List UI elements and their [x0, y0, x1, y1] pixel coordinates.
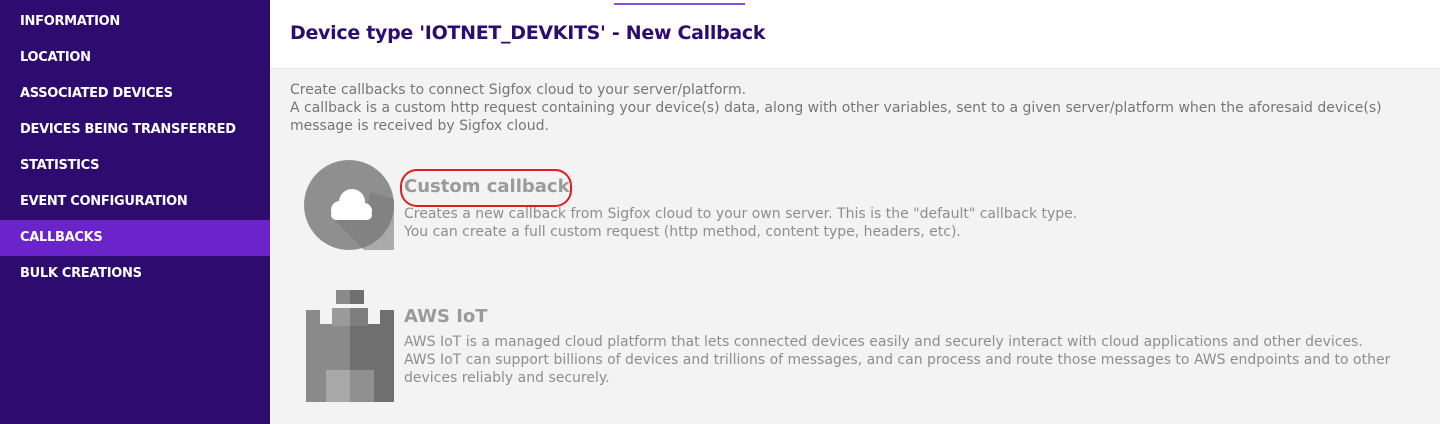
sidebar-item-location[interactable]: LOCATION [0, 40, 270, 76]
sidebar-item-associated-devices[interactable]: ASSOCIATED DEVICES [0, 76, 270, 112]
aws-iot-title[interactable]: AWS IoT [404, 306, 488, 327]
sidebar-nav: INFORMATION LOCATION ASSOCIATED DEVICES … [0, 0, 270, 292]
main-content: Device type 'IOTNET_DEVKITS' - New Callb… [270, 0, 1440, 424]
intro-text: Create callbacks to connect Sigfox cloud… [290, 81, 1420, 135]
custom-callback-desc-2: You can create a full custom request (ht… [404, 224, 961, 240]
sidebar-item-information[interactable]: INFORMATION [0, 4, 270, 40]
aws-iot-description: AWS IoT is a managed cloud platform that… [404, 333, 1424, 387]
cloud-icon [304, 160, 396, 254]
custom-callback-option[interactable]: Custom callback Creates a new callback f… [304, 160, 1424, 252]
page-header: Device type 'IOTNET_DEVKITS' - New Callb… [270, 5, 1440, 69]
aws-iot-desc-1: AWS IoT is a managed cloud platform that… [404, 334, 1363, 350]
intro-line-1: Create callbacks to connect Sigfox cloud… [290, 82, 747, 98]
aws-iot-desc-2: AWS IoT can support billions of devices … [404, 352, 1391, 386]
sidebar-item-callbacks[interactable]: CALLBACKS [0, 220, 270, 256]
sidebar: INFORMATION LOCATION ASSOCIATED DEVICES … [0, 0, 270, 424]
aws-iot-icon [304, 290, 396, 406]
sidebar-item-bulk-creations[interactable]: BULK CREATIONS [0, 256, 270, 292]
page-title: Device type 'IOTNET_DEVKITS' - New Callb… [290, 22, 766, 44]
custom-callback-title[interactable]: Custom callback [400, 169, 572, 207]
sidebar-item-event-configuration[interactable]: EVENT CONFIGURATION [0, 184, 270, 220]
sidebar-item-statistics[interactable]: STATISTICS [0, 148, 270, 184]
highlight-annotation [400, 169, 572, 207]
custom-callback-desc-1: Creates a new callback from Sigfox cloud… [404, 206, 1078, 222]
intro-line-2: A callback is a custom http request cont… [290, 100, 1382, 134]
aws-iot-option[interactable]: AWS IoT AWS IoT is a managed cloud platf… [304, 290, 1424, 402]
custom-callback-description: Creates a new callback from Sigfox cloud… [404, 205, 1424, 241]
sidebar-item-devices-being-transferred[interactable]: DEVICES BEING TRANSFERRED [0, 112, 270, 148]
